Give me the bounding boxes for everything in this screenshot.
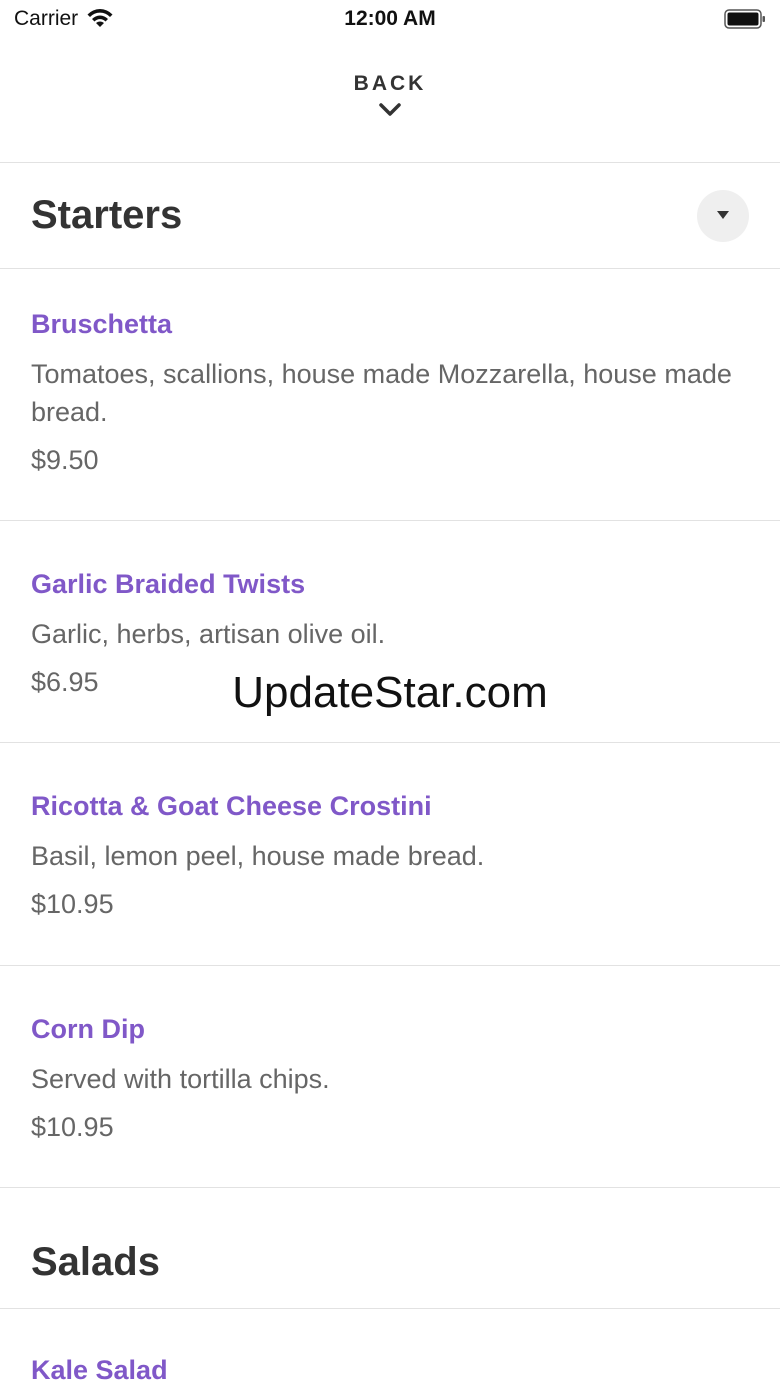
item-name: Corn Dip <box>31 1014 145 1044</box>
watermark: UpdateStar.com <box>232 668 548 717</box>
section-title: Starters <box>31 193 183 237</box>
item-name: Garlic Braided Twists <box>31 569 306 599</box>
menu-item[interactable]: Ricotta & Goat Cheese Crostini Basil, le… <box>0 743 780 966</box>
item-name: Bruschetta <box>31 309 173 339</box>
item-description: Served with tortilla chips. <box>31 1064 330 1094</box>
menu-item[interactable]: Bruschetta Tomatoes, scallions, house ma… <box>0 269 780 521</box>
item-name: Kale Salad <box>31 1355 168 1385</box>
chevron-down-icon <box>379 103 401 116</box>
section-header-salads: Salads <box>0 1188 780 1309</box>
back-label: BACK <box>353 72 427 95</box>
item-description: Tomatoes, scallions, house made Mozzarel… <box>31 359 732 427</box>
item-price: $10.95 <box>31 889 114 919</box>
menu-item[interactable]: Corn Dip Served with tortilla chips. $10… <box>0 966 780 1188</box>
back-header: BACK <box>0 40 780 163</box>
section-header-starters: Starters <box>0 163 780 269</box>
section-title: Salads <box>31 1240 160 1284</box>
item-price: $9.50 <box>31 445 99 475</box>
caret-down-icon <box>717 211 729 219</box>
item-price: $10.95 <box>31 1112 114 1142</box>
back-button[interactable]: BACK <box>290 72 490 118</box>
collapse-toggle-button[interactable] <box>697 190 749 242</box>
battery-icon <box>724 9 765 29</box>
status-time: 12:00 AM <box>344 7 436 30</box>
menu-item[interactable]: Kale Salad <box>0 1309 780 1387</box>
item-name: Ricotta & Goat Cheese Crostini <box>31 791 432 821</box>
item-description: Garlic, herbs, artisan olive oil. <box>31 619 386 649</box>
item-description: Basil, lemon peel, house made bread. <box>31 841 485 871</box>
status-bar: Carrier 12:00 AM <box>0 0 780 40</box>
